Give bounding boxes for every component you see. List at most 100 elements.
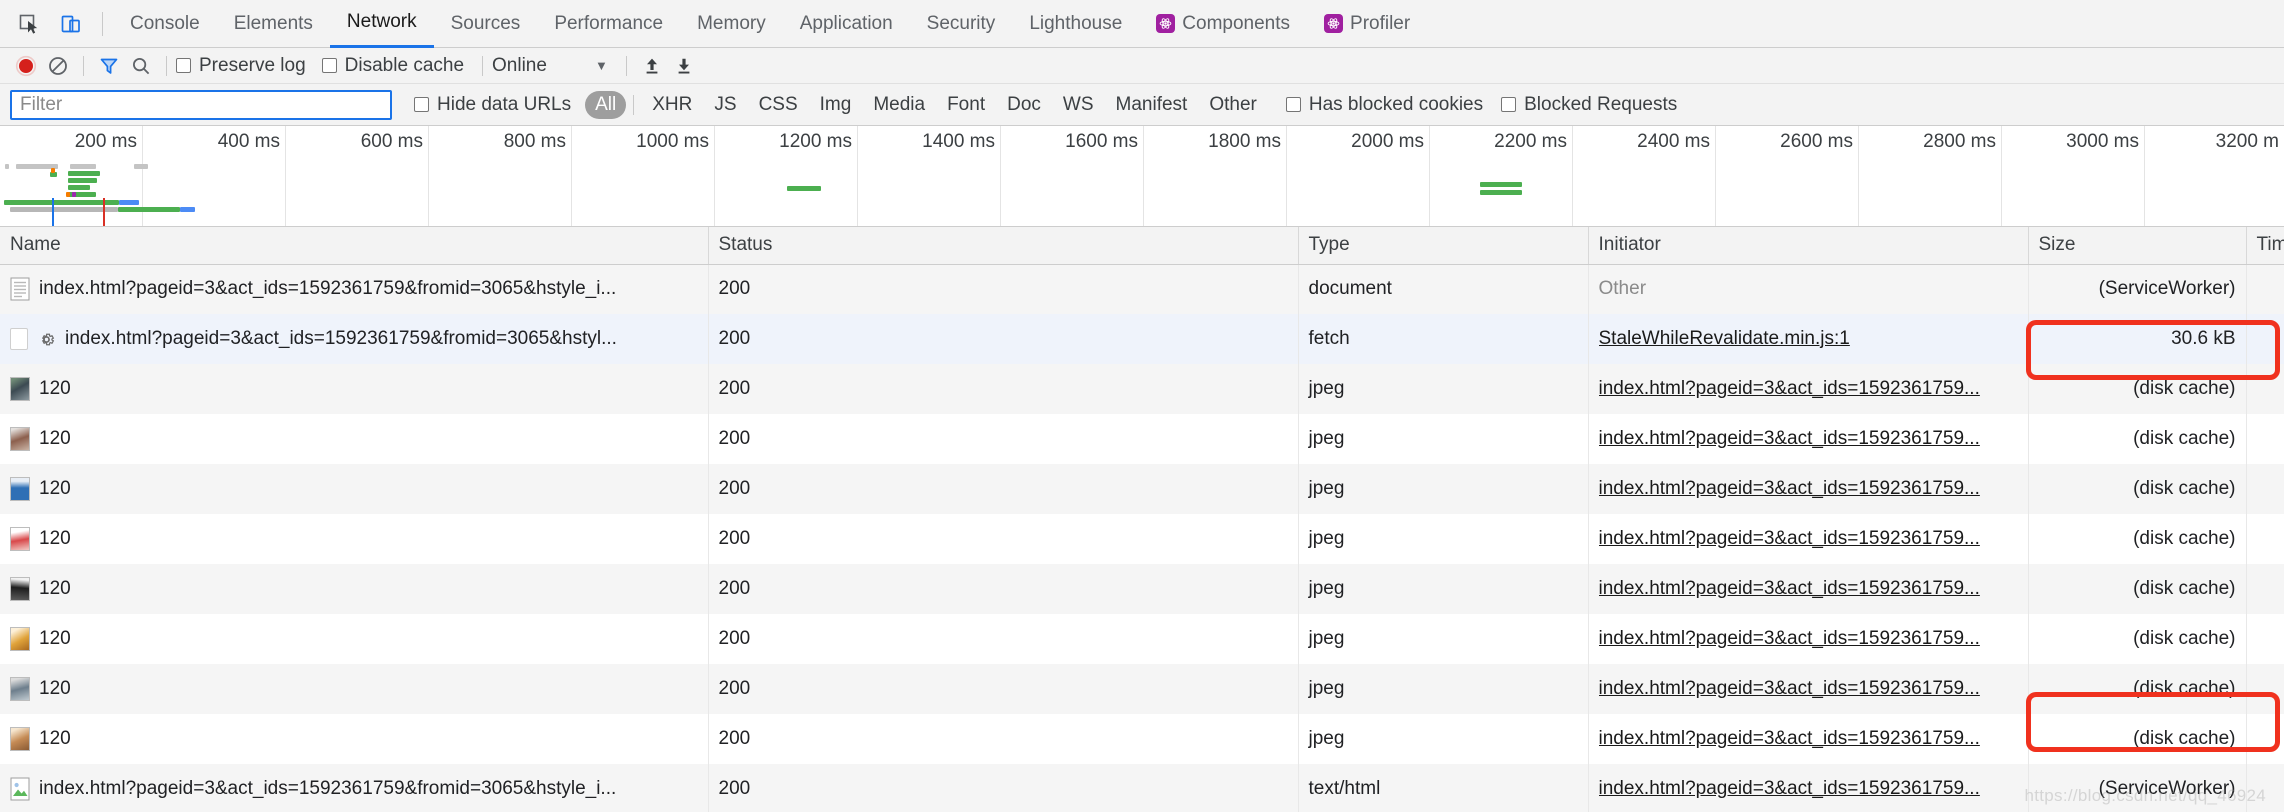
tab-sources[interactable]: Sources (434, 0, 538, 48)
cell-name[interactable]: 120 (0, 564, 709, 614)
tab-network[interactable]: Network (329, 0, 434, 48)
table-row[interactable]: index.html?pageid=3&act_ids=1592361759&f… (0, 314, 2284, 364)
initiator-link[interactable]: index.html?pageid=3&act_ids=1592361759..… (1599, 478, 2018, 500)
overview-bar (134, 164, 148, 169)
table-row[interactable]: index.html?pageid=3&act_ids=1592361759&f… (0, 764, 2284, 812)
import-har-up-arrow-icon[interactable] (636, 52, 668, 80)
image-thumbnail-icon (10, 627, 30, 651)
funnel-filter-icon[interactable] (93, 52, 125, 80)
network-requests-table-wrapper[interactable]: Name Status Type Initiator Size Tim inde… (0, 227, 2284, 812)
table-row[interactable]: 120 200 jpeg index.html?pageid=3&act_ids… (0, 414, 2284, 464)
type-filter-doc[interactable]: Doc (996, 91, 1052, 119)
initiator-link[interactable]: index.html?pageid=3&act_ids=1592361759..… (1599, 378, 2018, 400)
table-row[interactable]: 120 200 jpeg index.html?pageid=3&act_ids… (0, 714, 2284, 764)
tab-components[interactable]: Components (1139, 0, 1307, 48)
initiator-link[interactable]: index.html?pageid=3&act_ids=1592361759..… (1599, 428, 2018, 450)
filter-input[interactable] (10, 89, 392, 120)
cell-name[interactable]: 120 (0, 414, 709, 464)
initiator-link[interactable]: index.html?pageid=3&act_ids=1592361759..… (1599, 628, 2018, 650)
search-magnifier-icon[interactable] (125, 52, 157, 80)
cell-name[interactable]: 120 (0, 464, 709, 514)
tab-performance[interactable]: Performance (537, 0, 680, 48)
network-overview-timeline[interactable]: 200 ms 400 ms 600 ms 800 ms 1000 ms 1200… (0, 126, 2284, 227)
column-header-initiator[interactable]: Initiator (1588, 227, 2029, 265)
throttling-dropdown[interactable]: Online ▼ (492, 55, 608, 77)
preserve-log-checkbox[interactable]: Preserve log (176, 55, 306, 77)
blocked-requests-checkbox[interactable]: Blocked Requests (1501, 94, 1677, 116)
table-row[interactable]: 120 200 jpeg index.html?pageid=3&act_ids… (0, 514, 2284, 564)
column-header-type[interactable]: Type (1298, 227, 1589, 265)
checkbox-box[interactable] (1501, 97, 1517, 112)
record-stop-icon[interactable] (10, 52, 42, 80)
table-row[interactable]: index.html?pageid=3&act_ids=1592361759&f… (0, 264, 2284, 314)
column-header-status[interactable]: Status (708, 227, 1299, 265)
type-filter-css[interactable]: CSS (748, 91, 809, 119)
initiator-link[interactable]: index.html?pageid=3&act_ids=1592361759..… (1599, 728, 2018, 750)
hide-data-urls-checkbox[interactable]: Hide data URLs (414, 94, 571, 116)
tab-memory[interactable]: Memory (680, 0, 783, 48)
cell-name[interactable]: index.html?pageid=3&act_ids=1592361759&f… (0, 314, 709, 364)
tab-lighthouse[interactable]: Lighthouse (1012, 0, 1139, 48)
cell-name[interactable]: 120 (0, 664, 709, 714)
cell-initiator[interactable]: index.html?pageid=3&act_ids=1592361759..… (1588, 764, 2029, 812)
initiator-link[interactable]: StaleWhileRevalidate.min.js:1 (1599, 328, 2018, 350)
type-filter-font[interactable]: Font (936, 91, 996, 119)
inspect-cursor-icon[interactable] (14, 9, 44, 39)
cell-initiator[interactable]: index.html?pageid=3&act_ids=1592361759..… (1588, 714, 2029, 764)
cell-name[interactable]: 120 (0, 364, 709, 414)
cell-initiator[interactable]: index.html?pageid=3&act_ids=1592361759..… (1588, 464, 2029, 514)
type-filter-manifest[interactable]: Manifest (1105, 91, 1199, 119)
type-filter-media[interactable]: Media (862, 91, 936, 119)
checkbox-box[interactable] (414, 97, 429, 112)
checkbox-box[interactable] (1285, 97, 1301, 112)
tab-console[interactable]: Console (113, 0, 217, 48)
disable-cache-checkbox[interactable]: Disable cache (321, 55, 464, 77)
cell-initiator[interactable]: index.html?pageid=3&act_ids=1592361759..… (1588, 364, 2029, 414)
cell-initiator[interactable]: index.html?pageid=3&act_ids=1592361759..… (1588, 564, 2029, 614)
initiator-link[interactable]: index.html?pageid=3&act_ids=1592361759..… (1599, 528, 2018, 550)
type-filter-all[interactable]: All (585, 90, 627, 119)
tab-application[interactable]: Application (783, 0, 910, 48)
cell-initiator[interactable]: index.html?pageid=3&act_ids=1592361759..… (1588, 664, 2029, 714)
checkbox-box[interactable] (176, 58, 191, 73)
clear-no-entry-icon[interactable] (42, 52, 74, 80)
initiator-link[interactable]: index.html?pageid=3&act_ids=1592361759..… (1599, 578, 2018, 600)
cell-name[interactable]: 120 (0, 514, 709, 564)
initiator-link[interactable]: index.html?pageid=3&act_ids=1592361759..… (1599, 678, 2018, 700)
preserve-log-label: Preserve log (199, 54, 306, 76)
request-name: index.html?pageid=3&act_ids=1592361759&f… (39, 278, 617, 300)
column-header-size[interactable]: Size (2028, 227, 2247, 265)
cell-initiator[interactable]: index.html?pageid=3&act_ids=1592361759..… (1588, 414, 2029, 464)
table-row[interactable]: 120 200 jpeg index.html?pageid=3&act_ids… (0, 464, 2284, 514)
network-requests-table: Name Status Type Initiator Size Tim inde… (0, 227, 2284, 812)
type-filter-js[interactable]: JS (703, 91, 747, 119)
type-filter-ws[interactable]: WS (1052, 91, 1105, 119)
hide-data-urls-label: Hide data URLs (437, 93, 572, 115)
type-filter-other[interactable]: Other (1198, 91, 1268, 119)
table-row[interactable]: 120 200 jpeg index.html?pageid=3&act_ids… (0, 614, 2284, 664)
initiator-link[interactable]: index.html?pageid=3&act_ids=1592361759..… (1599, 778, 2018, 800)
table-row[interactable]: 120 200 jpeg index.html?pageid=3&act_ids… (0, 664, 2284, 714)
cell-initiator[interactable]: StaleWhileRevalidate.min.js:1 (1588, 314, 2029, 364)
cell-name[interactable]: index.html?pageid=3&act_ids=1592361759&f… (0, 764, 709, 812)
tab-security[interactable]: Security (910, 0, 1013, 48)
cell-name[interactable]: index.html?pageid=3&act_ids=1592361759&f… (0, 264, 709, 314)
image-thumbnail-icon (10, 527, 30, 551)
export-har-down-arrow-icon[interactable] (668, 52, 700, 80)
column-header-name[interactable]: Name (0, 227, 709, 265)
device-toolbar-icon[interactable] (56, 9, 86, 39)
type-filter-xhr[interactable]: XHR (641, 91, 703, 119)
checkbox-box[interactable] (321, 58, 337, 73)
cell-initiator[interactable]: index.html?pageid=3&act_ids=1592361759..… (1588, 614, 2029, 664)
has-blocked-cookies-checkbox[interactable]: Has blocked cookies (1285, 94, 1483, 116)
tab-profiler[interactable]: Profiler (1307, 0, 1427, 48)
table-row[interactable]: 120 200 jpeg index.html?pageid=3&act_ids… (0, 564, 2284, 614)
cell-name[interactable]: 120 (0, 714, 709, 764)
cell-name[interactable]: 120 (0, 614, 709, 664)
table-row[interactable]: 120 200 jpeg index.html?pageid=3&act_ids… (0, 364, 2284, 414)
column-header-time[interactable]: Tim (2246, 227, 2284, 265)
type-filter-img[interactable]: Img (809, 91, 863, 119)
cell-initiator[interactable]: index.html?pageid=3&act_ids=1592361759..… (1588, 514, 2029, 564)
tab-elements[interactable]: Elements (217, 0, 330, 48)
dom-content-loaded-line (52, 198, 54, 226)
